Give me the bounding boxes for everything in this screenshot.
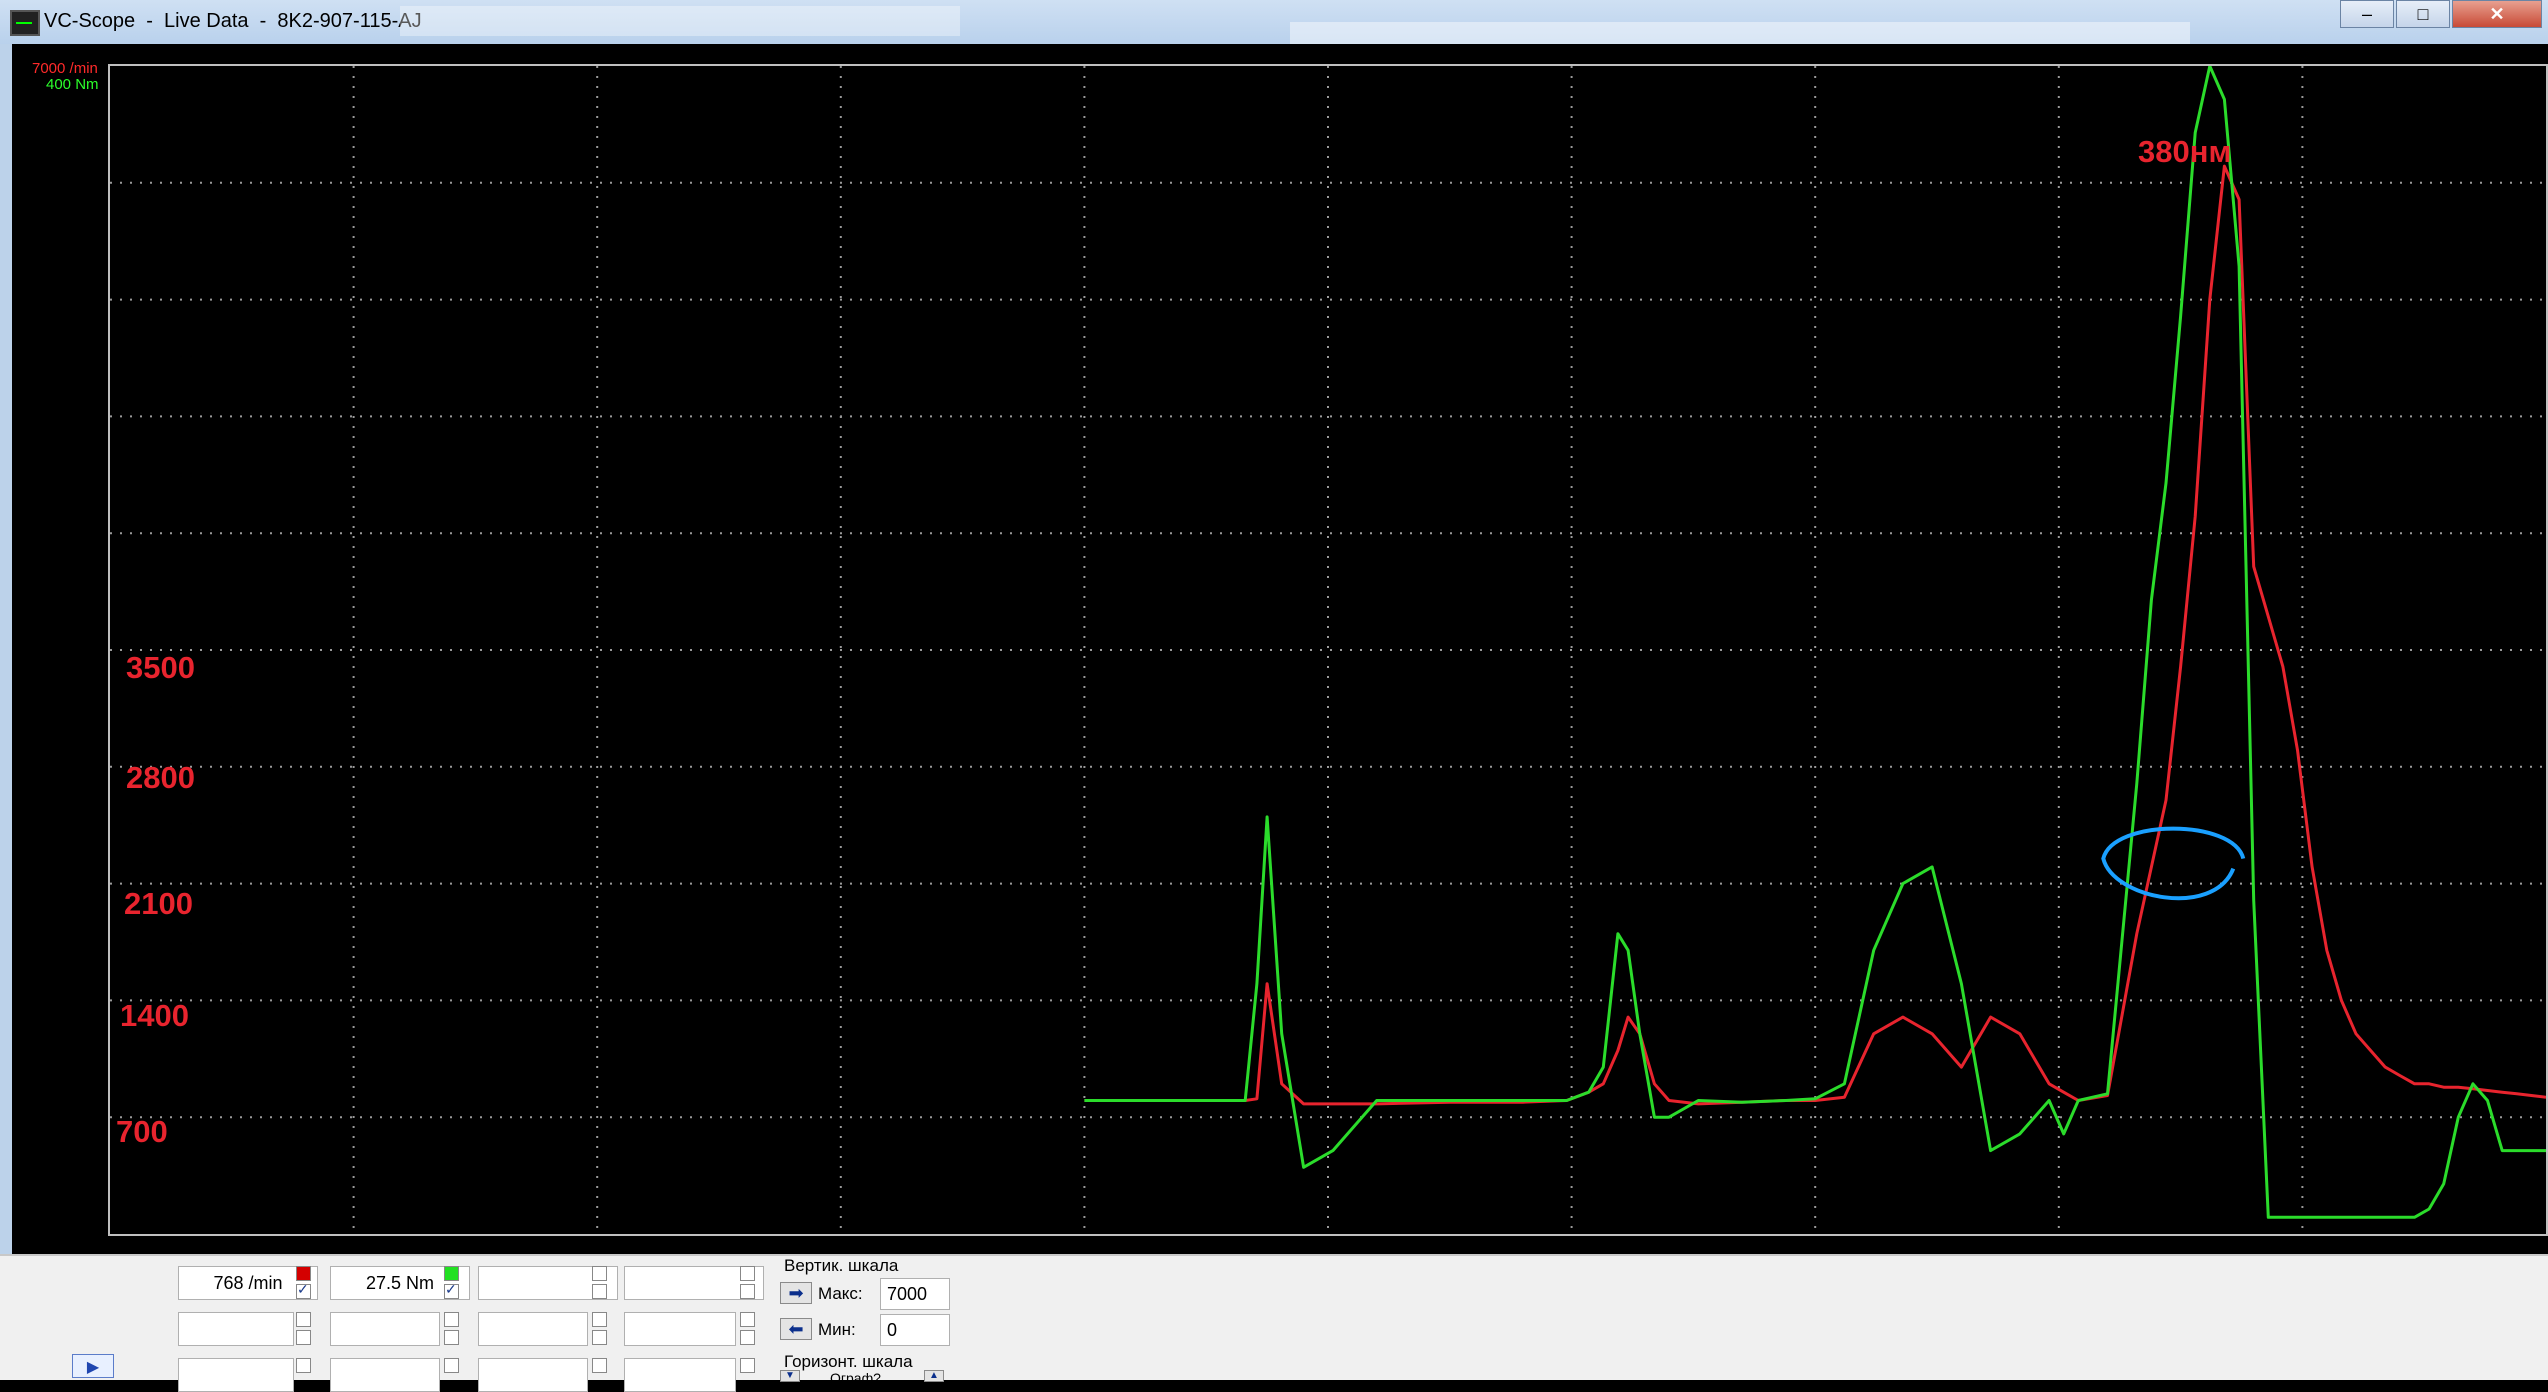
channel-6-color-swatch[interactable]	[444, 1312, 459, 1327]
scroll-up-icon[interactable]: ▲	[924, 1370, 944, 1382]
rpm-axis-max-label: 7000 /min	[32, 60, 98, 77]
channel-12-value	[624, 1358, 736, 1392]
channel-7-checkbox[interactable]	[592, 1330, 607, 1345]
channel-1-checkbox[interactable]	[296, 1281, 311, 1299]
channel-9-value	[178, 1358, 294, 1392]
channel-1-color-swatch[interactable]	[296, 1266, 311, 1281]
scale-min-input[interactable]: 0	[880, 1314, 950, 1346]
window-frame-left	[0, 44, 12, 1254]
live-data-chart	[110, 66, 2546, 1234]
scale-min-label: Мин:	[818, 1320, 856, 1339]
channel-11-color-swatch[interactable]	[592, 1358, 607, 1373]
annotation-rpm-700: 700	[116, 1114, 168, 1149]
channel-3-checkbox[interactable]	[592, 1284, 607, 1299]
window-title: VC-Scope - Live Data - 8K2-907-115-AJ	[44, 10, 422, 32]
channel-5-value	[178, 1312, 294, 1346]
control-panel: 768 /min 27.5 Nm Вертик. шкала ➡ Макс: 7…	[0, 1254, 2548, 1392]
channel-10-color-swatch[interactable]	[444, 1358, 459, 1373]
scale-max-input[interactable]: 7000	[880, 1278, 950, 1310]
channel-5-checkbox[interactable]	[296, 1330, 311, 1345]
annotation-circle	[2101, 826, 2246, 901]
scope-area: 7000 /min 400 Nm 3500 2800 2100 1400 700…	[12, 44, 2548, 1254]
title-bar: VC-Scope - Live Data - 8K2-907-115-AJ – …	[0, 0, 2548, 45]
minimize-button[interactable]: –	[2340, 0, 2394, 28]
channel-10-value	[330, 1358, 440, 1392]
scroll-down-icon[interactable]: ▼	[780, 1370, 800, 1382]
channel-11-value	[478, 1358, 588, 1392]
plot-frame	[108, 64, 2548, 1236]
arrow-right-icon[interactable]: ➡	[780, 1282, 812, 1304]
vertical-scale-title: Вертик. шкала	[784, 1256, 899, 1275]
channel-7-value	[478, 1312, 588, 1346]
channel-8-value	[624, 1312, 736, 1346]
torque-axis-max-label: 400 Nm	[46, 76, 99, 93]
channel-6-value	[330, 1312, 440, 1346]
channel-3-color-swatch[interactable]	[592, 1266, 607, 1281]
channel-8-color-swatch[interactable]	[740, 1312, 755, 1327]
arrow-left-icon[interactable]: ⬅	[780, 1318, 812, 1340]
channel-6-checkbox[interactable]	[444, 1330, 459, 1345]
channel-8-checkbox[interactable]	[740, 1330, 755, 1345]
annotation-rpm-2100: 2100	[124, 886, 193, 921]
horizontal-scale-title: Горизонт. шкала	[784, 1352, 913, 1371]
annotation-rpm-2800: 2800	[126, 760, 195, 795]
background-window-ghost	[1290, 22, 2190, 44]
window-controls: – □ ✕	[2338, 0, 2542, 28]
channel-9-color-swatch[interactable]	[296, 1358, 311, 1373]
channel-7-color-swatch[interactable]	[592, 1312, 607, 1327]
channel-12-color-swatch[interactable]	[740, 1358, 755, 1373]
close-button[interactable]: ✕	[2452, 0, 2542, 28]
scale-max-label: Макс:	[818, 1284, 863, 1303]
channel-5-color-swatch[interactable]	[296, 1312, 311, 1327]
torque-trace	[1084, 66, 2546, 1219]
app-icon	[10, 10, 40, 36]
channel-4-checkbox[interactable]	[740, 1284, 755, 1299]
play-button[interactable]: ▶	[72, 1354, 114, 1378]
background-window-ghost	[400, 6, 960, 36]
annotation-rpm-3500: 3500	[126, 650, 195, 685]
channel-2-color-swatch[interactable]	[444, 1266, 459, 1281]
channel-4-color-swatch[interactable]	[740, 1266, 755, 1281]
channel-2-checkbox[interactable]	[444, 1281, 459, 1299]
horizontal-scale-partial-label: Ограф?	[830, 1370, 881, 1386]
annotation-rpm-1400: 1400	[120, 998, 189, 1033]
annotation-peak-torque: 380нм	[2138, 134, 2232, 169]
maximize-button[interactable]: □	[2396, 0, 2450, 28]
